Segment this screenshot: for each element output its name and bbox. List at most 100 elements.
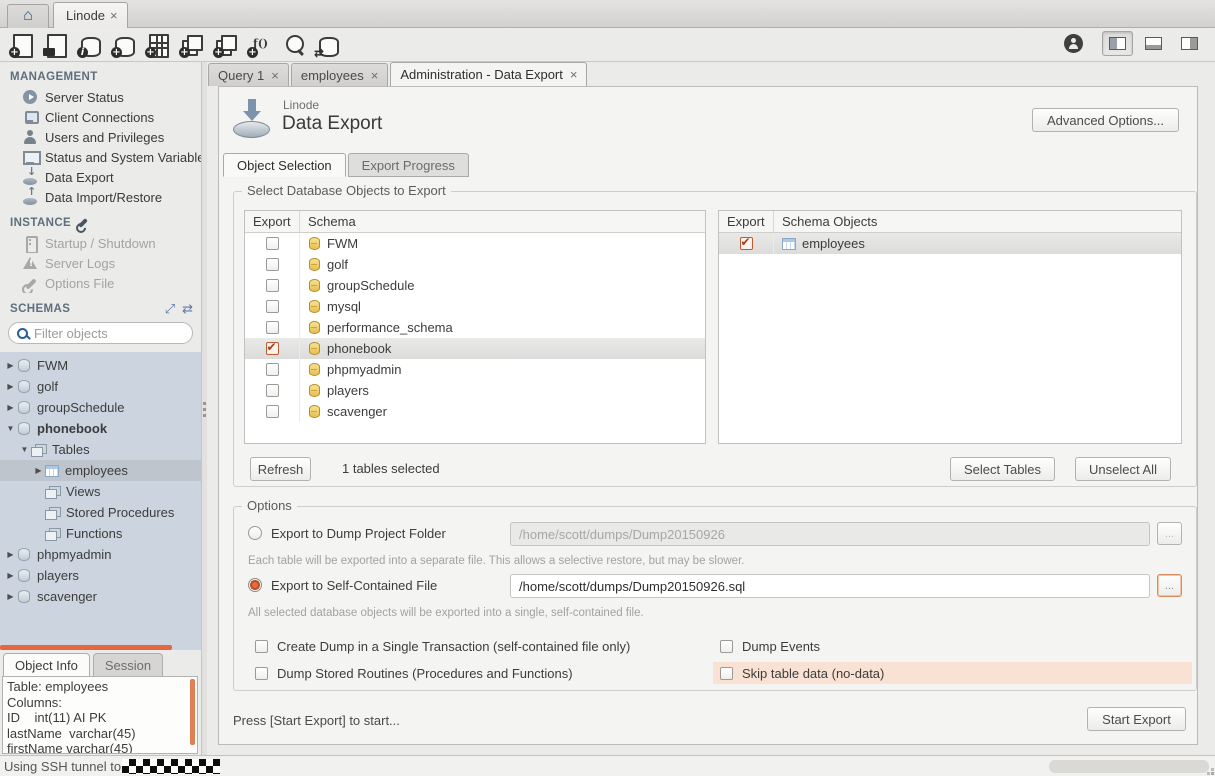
schema-tree-item[interactable]: ▶ scavenger [0, 586, 201, 607]
editor-tab[interactable]: Administration - Data Export × [390, 62, 587, 86]
connect-database-icon[interactable] [74, 31, 105, 58]
schema-row[interactable]: mysql [245, 296, 705, 317]
export-column-header[interactable]: Export [719, 211, 774, 232]
splitter-handle[interactable] [0, 645, 172, 650]
schema-row[interactable]: phpmyadmin [245, 359, 705, 380]
subtab[interactable]: Object Selection [223, 153, 346, 177]
search-data-icon[interactable] [278, 31, 309, 58]
expand-schemas-icon[interactable]: ⤢ [165, 301, 175, 317]
schema-tree-item[interactable]: ▼ phonebook [0, 418, 201, 439]
expander-icon[interactable]: ▼ [4, 424, 17, 433]
refresh-button[interactable]: Refresh [250, 457, 311, 481]
schema-tree-item[interactable]: ▶ phpmyadmin [0, 544, 201, 565]
export-option-checkbox-row[interactable]: Dump Events [713, 635, 1192, 657]
expander-icon[interactable]: ▶ [4, 361, 17, 370]
self-contained-radio[interactable] [248, 578, 262, 592]
expander-icon[interactable]: ▶ [32, 466, 45, 475]
resize-grip-icon[interactable] [1211, 772, 1214, 775]
close-icon[interactable]: × [110, 8, 118, 23]
close-icon[interactable]: × [371, 68, 379, 83]
export-checkbox[interactable] [266, 279, 279, 292]
management-item[interactable]: Status and System Variables [0, 147, 201, 167]
expander-icon[interactable]: ▶ [4, 550, 17, 559]
schema-tree-item[interactable]: ▶ golf [0, 376, 201, 397]
info-panel-tab[interactable]: Object Info [3, 653, 90, 676]
home-tab[interactable]: ⌂ [7, 4, 49, 28]
export-option-checkbox-row[interactable]: Skip table data (no-data) [713, 662, 1192, 684]
unselect-all-button[interactable]: Unselect All [1075, 457, 1171, 481]
create-procedure-icon[interactable] [210, 31, 241, 58]
expander-icon[interactable]: ▶ [4, 592, 17, 601]
schema-object-row[interactable]: employees [719, 233, 1181, 254]
export-checkbox[interactable] [266, 342, 279, 355]
advanced-options-button[interactable]: Advanced Options... [1032, 108, 1179, 132]
export-checkbox[interactable] [266, 237, 279, 250]
export-checkbox[interactable] [266, 321, 279, 334]
schema-column-header[interactable]: Schema [300, 211, 356, 232]
schema-row[interactable]: golf [245, 254, 705, 275]
dump-folder-radio[interactable] [248, 526, 262, 540]
schema-row[interactable]: performance_schema [245, 317, 705, 338]
option-checkbox[interactable] [720, 667, 733, 680]
schema-tree-item[interactable]: Functions [0, 523, 201, 544]
expander-icon[interactable]: ▶ [4, 382, 17, 391]
info-panel-tab[interactable]: Session [93, 653, 163, 676]
create-schema-icon[interactable] [108, 31, 139, 58]
export-checkbox[interactable] [740, 237, 753, 250]
instance-item[interactable]: Server Logs [0, 253, 201, 273]
schema-tree-item[interactable]: Stored Procedures [0, 502, 201, 523]
schema-row[interactable]: groupSchedule [245, 275, 705, 296]
self-contained-path-field[interactable] [510, 574, 1150, 598]
export-option-checkbox-row[interactable]: Create Dump in a Single Transaction (sel… [248, 635, 713, 657]
new-query-tab-icon[interactable] [6, 31, 37, 58]
management-item[interactable]: Users and Privileges [0, 127, 201, 147]
export-checkbox[interactable] [266, 300, 279, 313]
management-item[interactable]: Server Status [0, 87, 201, 107]
browse-file-button[interactable]: ... [1157, 574, 1182, 597]
open-sql-script-icon[interactable] [40, 31, 71, 58]
schema-row[interactable]: players [245, 380, 705, 401]
export-checkbox[interactable] [266, 405, 279, 418]
toggle-output-area-icon[interactable] [1138, 31, 1169, 56]
instance-item[interactable]: Options File [0, 273, 201, 293]
export-checkbox[interactable] [266, 384, 279, 397]
editor-tab[interactable]: Query 1 × [208, 63, 289, 86]
editor-tab[interactable]: employees × [291, 63, 388, 86]
management-item[interactable]: Data Import/Restore [0, 187, 201, 207]
create-view-icon[interactable] [176, 31, 207, 58]
instance-item[interactable]: Startup / Shutdown [0, 233, 201, 253]
select-tables-button[interactable]: Select Tables [950, 457, 1055, 481]
management-item[interactable]: Data Export [0, 167, 201, 187]
refresh-schemas-icon[interactable]: ⇄ [182, 301, 193, 317]
connection-tab[interactable]: Linode × [53, 2, 128, 28]
start-export-button[interactable]: Start Export [1087, 707, 1186, 731]
workbench-badge-icon[interactable] [1064, 34, 1083, 53]
schema-row[interactable]: scavenger [245, 401, 705, 422]
toggle-right-sidebar-icon[interactable] [1174, 31, 1205, 56]
dump-folder-option[interactable]: Export to Dump Project Folder [248, 521, 446, 545]
schema-tree-item[interactable]: Views [0, 481, 201, 502]
option-checkbox[interactable] [255, 640, 268, 653]
export-option-checkbox-row[interactable]: Dump Stored Routines (Procedures and Fun… [248, 662, 713, 684]
expander-icon[interactable]: ▼ [18, 445, 31, 454]
toggle-left-sidebar-icon[interactable] [1102, 31, 1133, 56]
reconnect-dbms-icon[interactable] [312, 31, 343, 58]
export-column-header[interactable]: Export [245, 211, 300, 232]
expander-icon[interactable]: ▶ [4, 403, 17, 412]
create-table-icon[interactable] [142, 31, 173, 58]
subtab[interactable]: Export Progress [348, 153, 469, 177]
option-checkbox[interactable] [255, 667, 268, 680]
close-icon[interactable]: × [271, 68, 279, 83]
export-checkbox[interactable] [266, 258, 279, 271]
browse-folder-button[interactable]: ... [1157, 522, 1182, 545]
schema-tree-item[interactable]: ▼ Tables [0, 439, 201, 460]
objects-column-header[interactable]: Schema Objects [774, 211, 877, 232]
schema-row[interactable]: phonebook [245, 338, 705, 359]
close-icon[interactable]: × [570, 67, 578, 82]
schema-tree-item[interactable]: ▶ groupSchedule [0, 397, 201, 418]
schema-filter-input[interactable] [34, 326, 174, 341]
schema-tree-item[interactable]: ▶ FWM [0, 355, 201, 376]
statusbar-scrollbar[interactable] [1049, 760, 1209, 773]
info-panel-scrollbar[interactable] [190, 679, 195, 745]
management-item[interactable]: Client Connections [0, 107, 201, 127]
